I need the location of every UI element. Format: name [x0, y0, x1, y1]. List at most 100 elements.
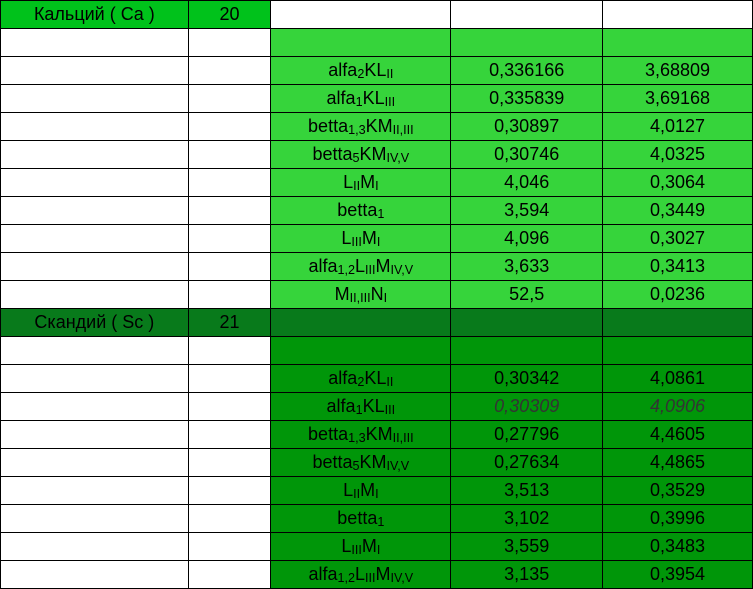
blank-cell	[188, 225, 271, 253]
blank-cell	[188, 365, 271, 393]
element-name: Скандий ( Sc )	[1, 309, 189, 337]
blank-cell	[1, 337, 189, 365]
table-row: LIIIMI3,5590,3483	[1, 533, 753, 561]
value-1: 0,27796	[451, 421, 603, 449]
blank-cell	[188, 561, 271, 589]
value-2: 4,4865	[603, 449, 753, 477]
value-1: 3,633	[451, 253, 603, 281]
atomic-number: 20	[188, 1, 271, 29]
value-2: 0,3027	[603, 225, 753, 253]
value-2: 0,3529	[603, 477, 753, 505]
spectral-line: alfa1KLIII	[271, 393, 451, 421]
blank-cell	[1, 141, 189, 169]
value-2: 4,4605	[603, 421, 753, 449]
spectral-line: betta5KMIV,V	[271, 141, 451, 169]
spectral-line: MII,IIINI	[271, 281, 451, 309]
blank-cell	[451, 309, 603, 337]
blank-cell	[188, 253, 271, 281]
spectral-line: alfa1,2LIIIMIV,V	[271, 253, 451, 281]
blank-cell	[1, 393, 189, 421]
value-2: 4,0325	[603, 141, 753, 169]
blank-cell	[1, 113, 189, 141]
spectral-line: LIIMI	[271, 169, 451, 197]
table-row: alfa1,2LIIIMIV,V3,1350,3954	[1, 561, 753, 589]
blank-cell	[188, 533, 271, 561]
spectral-line: LIIIMI	[271, 225, 451, 253]
spectral-line: alfa2KLII	[271, 365, 451, 393]
value-2: 3,68809	[603, 57, 753, 85]
table-row: MII,IIINI52,50,0236	[1, 281, 753, 309]
blank-cell	[451, 1, 603, 29]
table-row: betta13,1020,3996	[1, 505, 753, 533]
spectral-line: betta5KMIV,V	[271, 449, 451, 477]
blank-cell	[188, 449, 271, 477]
blank-cell	[603, 309, 753, 337]
blank-cell	[188, 337, 271, 365]
blank-cell	[188, 85, 271, 113]
blank-cell	[1, 57, 189, 85]
spectral-line: betta1,3KMII,III	[271, 113, 451, 141]
value-2: 0,3954	[603, 561, 753, 589]
blank-cell	[188, 505, 271, 533]
table-row: betta5KMIV,V0,307464,0325	[1, 141, 753, 169]
value-1: 3,559	[451, 533, 603, 561]
value-1: 0,27634	[451, 449, 603, 477]
blank-cell	[188, 197, 271, 225]
table-row: betta13,5940,3449	[1, 197, 753, 225]
spacer-row	[1, 29, 753, 57]
value-2: 4,0127	[603, 113, 753, 141]
spectral-line: LIIIMI	[271, 533, 451, 561]
value-2: 0,3996	[603, 505, 753, 533]
blank-cell	[188, 57, 271, 85]
value-2: 0,3483	[603, 533, 753, 561]
value-1: 0,30746	[451, 141, 603, 169]
blank-cell	[1, 365, 189, 393]
blank-cell	[1, 169, 189, 197]
blank-cell	[271, 309, 451, 337]
blank-cell	[1, 281, 189, 309]
table-row: alfa1,2LIIIMIV,V3,6330,3413	[1, 253, 753, 281]
blank-cell	[1, 533, 189, 561]
spectral-line: betta1	[271, 197, 451, 225]
value-1: 0,335839	[451, 85, 603, 113]
value-1: 4,046	[451, 169, 603, 197]
element-name: Кальций ( Ca )	[1, 1, 189, 29]
value-1: 4,096	[451, 225, 603, 253]
blank-cell	[188, 421, 271, 449]
blank-cell	[603, 1, 753, 29]
blank-cell	[1, 225, 189, 253]
element-header-row: Скандий ( Sc )21	[1, 309, 753, 337]
table-row: betta1,3KMII,III0,308974,0127	[1, 113, 753, 141]
blank-cell	[1, 253, 189, 281]
value-1: 0,30897	[451, 113, 603, 141]
table-row: betta1,3KMII,III0,277964,4605	[1, 421, 753, 449]
value-1: 3,135	[451, 561, 603, 589]
value-2: 0,3413	[603, 253, 753, 281]
atomic-number: 21	[188, 309, 271, 337]
table-row: LIIIMI4,0960,3027	[1, 225, 753, 253]
value-2: 4,0861	[603, 365, 753, 393]
spectral-line: alfa2KLII	[271, 57, 451, 85]
blank-cell	[451, 337, 603, 365]
blank-cell	[188, 169, 271, 197]
blank-cell	[188, 141, 271, 169]
spectral-line: betta1	[271, 505, 451, 533]
value-1: 3,513	[451, 477, 603, 505]
table-row: alfa2KLII0,3361663,68809	[1, 57, 753, 85]
table-row: alfa2KLII0,303424,0861	[1, 365, 753, 393]
blank-cell	[1, 421, 189, 449]
blank-cell	[603, 337, 753, 365]
value-1: 3,102	[451, 505, 603, 533]
xray-lines-table: Кальций ( Ca )20 alfa2KLII0,3361663,68809…	[0, 0, 753, 589]
blank-cell	[188, 477, 271, 505]
value-2: 4,0906	[603, 393, 753, 421]
table-row: LIIMI3,5130,3529	[1, 477, 753, 505]
element-header-row: Кальций ( Ca )20	[1, 1, 753, 29]
blank-cell	[188, 113, 271, 141]
blank-cell	[271, 29, 451, 57]
blank-cell	[451, 29, 603, 57]
spectral-line: betta1,3KMII,III	[271, 421, 451, 449]
spectral-line: alfa1KLIII	[271, 85, 451, 113]
blank-cell	[188, 393, 271, 421]
value-2: 0,0236	[603, 281, 753, 309]
